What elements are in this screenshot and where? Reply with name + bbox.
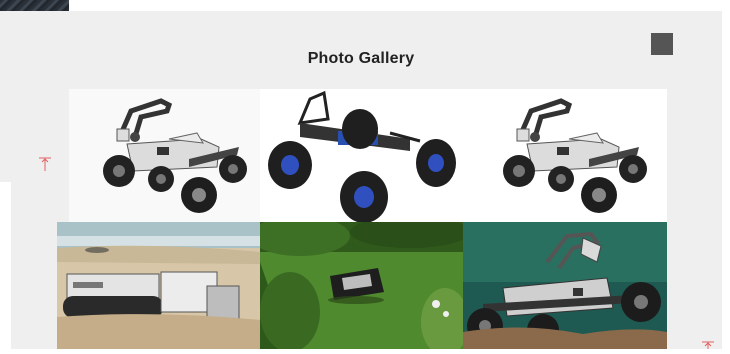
gallery-photo[interactable] (463, 89, 667, 222)
stop-button[interactable] (651, 33, 673, 55)
gallery-photo[interactable] (463, 222, 667, 349)
gallery-photo[interactable] (260, 89, 463, 222)
up-arrow-marker-icon (39, 157, 51, 171)
page-title: Photo Gallery (307, 50, 415, 67)
rover-robot-arm-image (463, 89, 667, 222)
gallery-photo[interactable] (69, 89, 260, 222)
beach-robot-image (57, 222, 260, 349)
lawn-mower-image (260, 222, 463, 349)
photo-gallery-grid (57, 89, 667, 349)
rover-robot-arm-image (69, 89, 260, 222)
up-arrow-marker-icon (702, 341, 714, 349)
rc-truck-image (260, 89, 463, 222)
rover-rocks-image (463, 222, 667, 349)
gallery-photo[interactable] (260, 222, 463, 349)
gallery-photo[interactable] (57, 222, 260, 349)
